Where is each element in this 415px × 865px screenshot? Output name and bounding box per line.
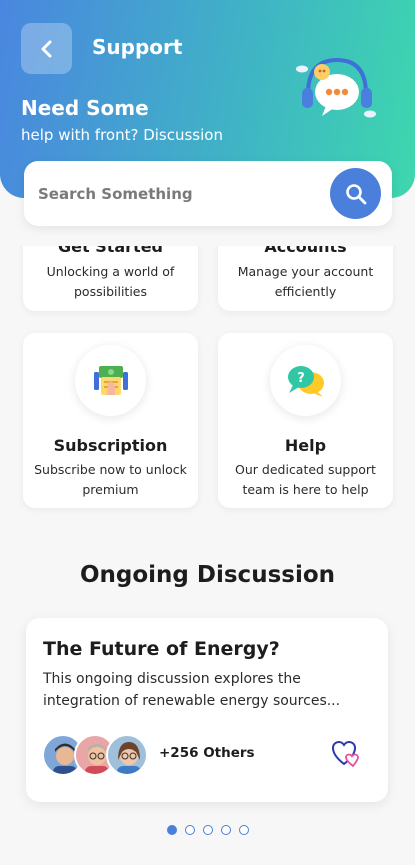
chat-help-icon: ? [270,345,341,416]
search-icon [345,183,366,204]
hero-subtitle: help with front? Discussion [21,126,223,144]
section-title: Ongoing Discussion [79,562,336,588]
card-get-started[interactable]: Get Started Unlocking a world of possibi… [23,246,198,311]
discussion-card[interactable]: The Future of Energy? This ongoing discu… [26,618,388,802]
heart-icon[interactable] [331,739,363,769]
pagination-dot[interactable] [220,825,231,835]
card-description: Our dedicated support team is here to he… [235,462,376,497]
card-title: Accounts [264,246,347,256]
chevron-left-icon [41,40,51,57]
participants-count: +256 Others [159,745,255,761]
pagination-dot[interactable] [238,825,249,835]
pagination-dot[interactable] [202,825,213,835]
discussion-title: The Future of Energy? [43,638,280,660]
pagination-dot[interactable] [166,825,177,835]
pagination-dot[interactable] [184,825,195,835]
card-accounts[interactable]: Accounts Manage your account efficiently [218,246,393,311]
category-grid: Get Started Unlocking a world of possibi… [0,246,415,516]
card-title: Get Started [57,246,163,256]
svg-text:?: ? [297,371,305,386]
discussion-description: This ongoing discussion explores the int… [43,671,341,709]
back-button[interactable] [21,23,72,74]
card-description: Unlocking a world of possibilities [46,264,175,299]
money-calculator-icon [75,345,146,416]
card-help[interactable]: ? Help Our dedicated support team is her… [218,333,393,508]
participant-avatars [42,734,152,776]
search-bar [24,161,392,226]
search-input[interactable] [38,179,318,209]
page-title: Support [92,35,183,59]
avatar [106,734,148,776]
search-button[interactable] [330,168,381,219]
card-title: Help [284,436,327,455]
card-description: Manage your account efficiently [237,264,374,299]
card-description: Subscribe now to unlock premium [34,462,187,497]
card-subscription[interactable]: Subscription Subscribe now to unlock pre… [23,333,198,508]
card-title: Subscription [53,436,168,455]
pagination-dots [0,825,415,835]
support-headset-illustration [296,57,376,118]
hero-title: Need Some [21,96,149,120]
